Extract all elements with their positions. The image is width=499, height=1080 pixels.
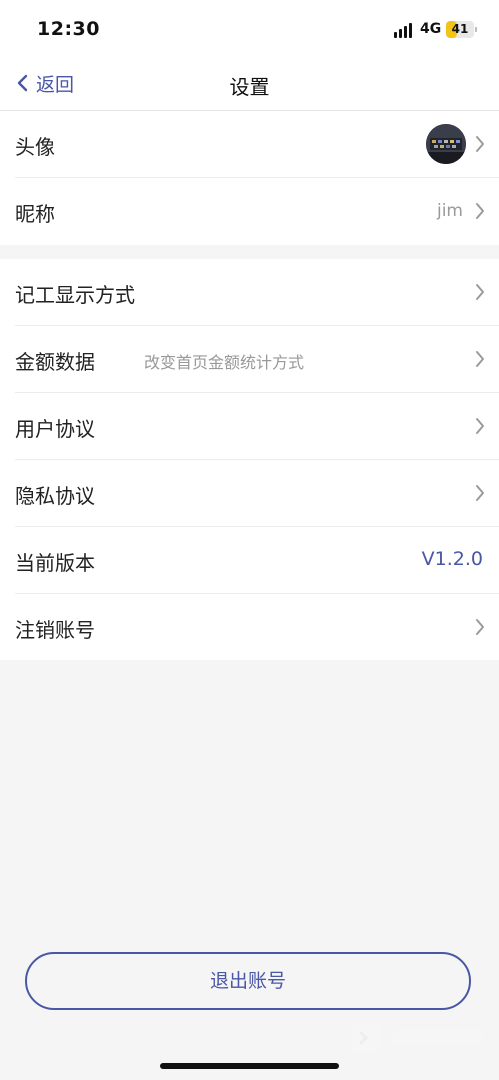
network-type: 4G bbox=[420, 21, 442, 37]
settings-row-delete-account[interactable]: 注销账号 bbox=[15, 594, 499, 660]
chevron-right-icon bbox=[476, 485, 484, 501]
settings-row-user-agreement[interactable]: 用户协议 bbox=[15, 393, 499, 460]
row-subtitle: 改变首页金额统计方式 bbox=[144, 353, 305, 372]
nav-bar: 返回 设置 bbox=[0, 56, 499, 111]
settings-group: 记工显示方式 金额数据 改变首页金额统计方式 用户协议 隐私协议 当前版本 V1… bbox=[0, 259, 499, 660]
settings-row-nickname[interactable]: 昵称 jim bbox=[15, 178, 499, 244]
logout-label: 退出账号 bbox=[209, 970, 286, 992]
settings-row-version: 当前版本 V1.2.0 bbox=[15, 527, 499, 594]
row-title: 记工显示方式 bbox=[15, 283, 135, 307]
settings-row-privacy-agreement[interactable]: 隐私协议 bbox=[15, 460, 499, 527]
battery-icon: 41 bbox=[446, 21, 477, 38]
chevron-right-icon bbox=[476, 619, 484, 635]
chevron-right-icon bbox=[476, 418, 484, 434]
settings-row-avatar[interactable]: 头像 bbox=[15, 111, 499, 178]
settings-row-record-display[interactable]: 记工显示方式 bbox=[15, 259, 499, 326]
row-title: 当前版本 bbox=[15, 551, 95, 575]
page-title: 设置 bbox=[229, 75, 270, 99]
settings-row-amount-data[interactable]: 金额数据 改变首页金额统计方式 bbox=[15, 326, 499, 393]
status-time: 12:30 bbox=[37, 18, 100, 40]
chevron-right-icon bbox=[476, 203, 484, 219]
row-title: 昵称 bbox=[15, 202, 55, 226]
profile-group: 头像 昵称 jim bbox=[0, 111, 499, 245]
battery-level: 41 bbox=[451, 22, 469, 36]
chevron-right-icon bbox=[476, 284, 484, 300]
watermark-logo bbox=[350, 1020, 490, 1056]
avatar bbox=[426, 124, 466, 164]
row-title: 用户协议 bbox=[15, 417, 95, 441]
status-bar: 12:30 4G 41 bbox=[0, 0, 499, 56]
signal-icon bbox=[394, 22, 416, 38]
logout-button[interactable]: 退出账号 bbox=[25, 952, 471, 1010]
version-value: V1.2.0 bbox=[421, 548, 483, 570]
nickname-value: jim bbox=[436, 201, 463, 221]
row-title: 头像 bbox=[15, 135, 55, 159]
chevron-right-icon bbox=[476, 136, 484, 152]
row-title: 注销账号 bbox=[15, 618, 95, 642]
settings-screen: 12:30 4G 41 返回 设置 头像 昵称 jim 记工显示方式 金额数据 … bbox=[0, 0, 499, 1080]
row-title: 隐私协议 bbox=[15, 484, 95, 508]
home-indicator bbox=[160, 1063, 339, 1069]
chevron-right-icon bbox=[476, 351, 484, 367]
row-title: 金额数据 bbox=[15, 350, 95, 374]
